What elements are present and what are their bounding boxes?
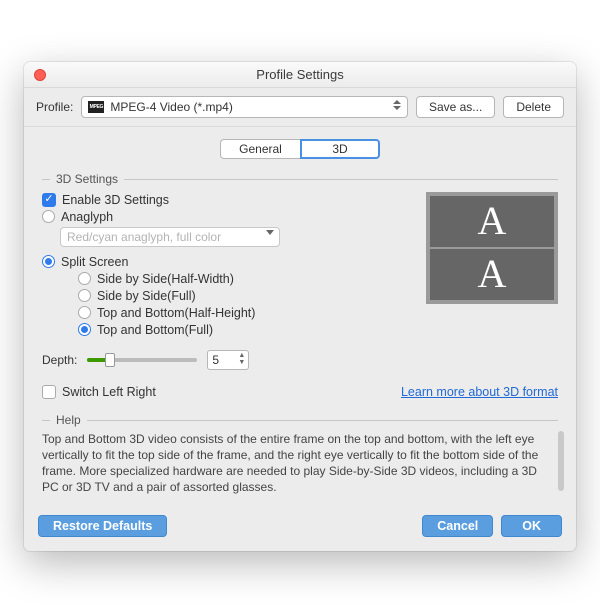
profile-value: MPEG-4 Video (*.mp4) — [110, 100, 233, 114]
preview-top: A — [430, 196, 554, 247]
enable-3d-label: Enable 3D Settings — [62, 193, 169, 207]
footer: Restore Defaults Cancel OK — [24, 505, 576, 551]
split-screen-label: Split Screen — [61, 255, 128, 269]
restore-defaults-button[interactable]: Restore Defaults — [38, 515, 167, 537]
chevron-down-icon — [266, 230, 274, 235]
depth-value: 5 — [212, 353, 219, 367]
3d-settings-legend: 3D Settings — [50, 172, 124, 186]
depth-slider[interactable] — [87, 358, 197, 362]
ok-button[interactable]: OK — [501, 515, 562, 537]
tab-general[interactable]: General — [220, 139, 300, 159]
preview-bottom: A — [430, 249, 554, 300]
window-title: Profile Settings — [256, 67, 343, 82]
enable-3d-checkbox[interactable]: Enable 3D Settings — [42, 193, 408, 207]
close-icon[interactable] — [34, 69, 46, 81]
profile-label: Profile: — [36, 100, 73, 114]
anaglyph-radio[interactable]: Anaglyph — [42, 210, 408, 224]
save-as-button[interactable]: Save as... — [416, 96, 495, 118]
mode-tab-half-label: Top and Bottom(Half-Height) — [97, 306, 255, 320]
profile-settings-window: Profile Settings Profile: MPEG MPEG-4 Vi… — [24, 62, 576, 552]
profile-select[interactable]: MPEG MPEG-4 Video (*.mp4) — [81, 96, 408, 118]
chevron-updown-icon — [393, 100, 401, 110]
stepper-arrows-icon: ▲▼ — [238, 352, 245, 366]
mode-sbs-full-radio[interactable]: Side by Side(Full) — [78, 289, 408, 303]
switch-label: Switch Left Right — [62, 385, 156, 399]
mode-tab-half-radio[interactable]: Top and Bottom(Half-Height) — [78, 306, 408, 320]
delete-button[interactable]: Delete — [503, 96, 564, 118]
cancel-button[interactable]: Cancel — [422, 515, 493, 537]
help-text: Top and Bottom 3D video consists of the … — [42, 431, 558, 496]
anaglyph-mode-value: Red/cyan anaglyph, full color — [67, 230, 221, 244]
mode-tab-full-label: Top and Bottom(Full) — [97, 323, 213, 337]
radio-icon — [78, 289, 91, 302]
radio-icon — [78, 272, 91, 285]
check-icon — [42, 385, 56, 399]
tab-3d[interactable]: 3D — [300, 139, 380, 159]
depth-label: Depth: — [42, 353, 77, 367]
mode-sbs-half-radio[interactable]: Side by Side(Half-Width) — [78, 272, 408, 286]
learn-more-link[interactable]: Learn more about 3D format — [401, 385, 558, 399]
radio-icon — [78, 306, 91, 319]
toolbar: Profile: MPEG MPEG-4 Video (*.mp4) Save … — [24, 88, 576, 127]
radio-icon — [78, 323, 91, 336]
tab-bar: General 3D — [24, 127, 576, 165]
mpeg-file-icon: MPEG — [88, 101, 104, 113]
anaglyph-mode-select: Red/cyan anaglyph, full color — [60, 227, 280, 247]
anaglyph-label: Anaglyph — [61, 210, 113, 224]
switch-left-right-checkbox[interactable]: Switch Left Right — [42, 385, 156, 399]
3d-settings-group: 3D Settings Enable 3D Settings Anaglyph … — [42, 179, 558, 402]
scrollbar[interactable] — [558, 431, 564, 491]
mode-tab-full-radio[interactable]: Top and Bottom(Full) — [78, 323, 408, 337]
titlebar: Profile Settings — [24, 62, 576, 88]
help-group: Help Top and Bottom 3D video consists of… — [42, 420, 558, 496]
mode-sbs-half-label: Side by Side(Half-Width) — [97, 272, 234, 286]
split-screen-radio[interactable]: Split Screen — [42, 255, 408, 269]
radio-icon — [42, 210, 55, 223]
check-icon — [42, 193, 56, 207]
radio-icon — [42, 255, 55, 268]
3d-preview: A A — [426, 192, 558, 304]
help-legend: Help — [50, 413, 87, 427]
window-controls — [34, 69, 84, 81]
depth-stepper[interactable]: 5 ▲▼ — [207, 350, 249, 370]
mode-sbs-full-label: Side by Side(Full) — [97, 289, 196, 303]
